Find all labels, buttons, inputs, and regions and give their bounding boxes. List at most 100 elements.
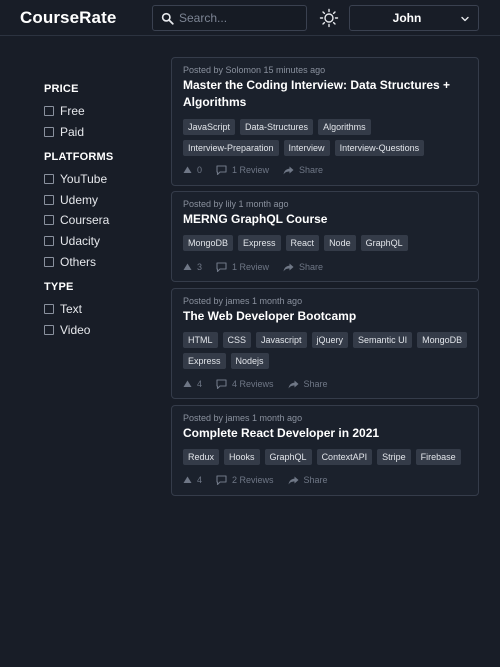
share-icon <box>288 380 299 388</box>
share-button[interactable]: Share <box>283 262 323 272</box>
checkbox[interactable] <box>44 215 54 226</box>
tag[interactable]: GraphQL <box>264 449 312 465</box>
share-icon <box>288 476 299 484</box>
course-title[interactable]: Complete React Developer in 2021 <box>183 425 471 442</box>
share-button[interactable]: Share <box>283 165 323 175</box>
reviews-button[interactable]: 4 Reviews <box>216 379 274 389</box>
posted-by: Posted by james 1 month ago <box>183 296 303 306</box>
share-button[interactable]: Share <box>288 379 328 389</box>
tag[interactable]: ContextAPI <box>316 449 373 465</box>
share-label: Share <box>303 379 328 389</box>
search-box[interactable] <box>152 5 307 31</box>
sun-icon[interactable] <box>319 8 339 28</box>
tag[interactable]: Algorithms <box>318 119 371 135</box>
reviews-button[interactable]: 2 Reviews <box>216 475 274 485</box>
tag[interactable]: CSS <box>222 332 252 348</box>
filter-sidebar: PRICE Free Paid PLATFORMS YouTube Udemy … <box>44 83 154 349</box>
reviews-button[interactable]: 1 Review <box>216 165 269 175</box>
filter-group-price: PRICE Free Paid <box>44 83 154 139</box>
checkbox[interactable] <box>44 106 54 116</box>
chevron-down-icon <box>461 16 469 22</box>
tag[interactable]: jQuery <box>311 332 349 348</box>
filter-label: Free <box>60 104 85 118</box>
posted-by: Posted by james 1 month ago <box>183 413 303 423</box>
share-label: Share <box>299 165 324 175</box>
tag[interactable]: Javascript <box>256 332 307 348</box>
share-icon <box>283 263 294 271</box>
filter-label: YouTube <box>60 171 108 186</box>
course-card[interactable]: Posted by james 1 month ago Complete Rea… <box>171 405 479 496</box>
filter-label: Udacity <box>60 234 101 249</box>
course-card[interactable]: Posted by lily 1 month ago MERNG GraphQL… <box>171 191 479 282</box>
tag[interactable]: Redux <box>183 449 220 465</box>
checkbox[interactable] <box>44 303 54 314</box>
filter-others[interactable]: Others <box>44 255 154 269</box>
tag[interactable]: MongoDB <box>417 332 468 348</box>
course-title[interactable]: Master the Coding Interview: Data Struct… <box>183 77 471 111</box>
checkbox[interactable] <box>44 126 54 137</box>
tag-list: MongoDB Express React Node GraphQL <box>183 235 475 256</box>
tag-list: HTML CSS Javascript jQuery Semantic UI M… <box>183 332 475 374</box>
filter-heading-platforms: PLATFORMS <box>44 150 114 163</box>
search-input[interactable] <box>179 9 303 27</box>
checkbox[interactable] <box>44 194 54 205</box>
tag[interactable]: Firebase <box>415 449 461 465</box>
posted-by: Posted by lily 1 month ago <box>183 199 289 209</box>
filter-text[interactable]: Text <box>44 302 154 316</box>
upvote-button[interactable]: 3 <box>183 262 202 272</box>
tag[interactable]: Hooks <box>224 449 260 465</box>
upvote-button[interactable]: 4 <box>183 475 202 485</box>
tag[interactable]: Express <box>183 353 226 369</box>
tag[interactable]: Express <box>238 235 281 251</box>
checkbox[interactable] <box>44 256 54 267</box>
tag[interactable]: Semantic UI <box>353 332 413 348</box>
tag[interactable]: Stripe <box>377 449 411 465</box>
share-button[interactable]: Share <box>288 475 328 485</box>
upvote-arrow-icon <box>183 166 192 173</box>
filter-udacity[interactable]: Udacity <box>44 234 154 248</box>
comment-icon <box>216 262 227 272</box>
filter-heading-price: PRICE <box>44 83 79 95</box>
reviews-button[interactable]: 1 Review <box>216 262 269 272</box>
filter-paid[interactable]: Paid <box>44 125 154 139</box>
tag[interactable]: React <box>285 235 320 251</box>
tag-list: Redux Hooks GraphQL ContextAPI Stripe Fi… <box>183 449 475 470</box>
tag[interactable]: JavaScript <box>183 119 236 135</box>
card-actions: 0 1 Review Share <box>183 165 337 175</box>
logo[interactable]: CourseRate <box>20 8 116 28</box>
tag-list: JavaScript Data-Structures Algorithms In… <box>183 119 475 161</box>
tag[interactable]: Node <box>324 235 356 251</box>
filter-group-type: TYPE Text Video <box>44 281 154 337</box>
checkbox[interactable] <box>44 236 54 247</box>
tag[interactable]: Interview-Questions <box>334 140 425 156</box>
upvote-button[interactable]: 4 <box>183 379 202 389</box>
filter-youtube[interactable]: YouTube <box>44 172 154 186</box>
vote-count: 4 <box>197 475 203 485</box>
tag[interactable]: MongoDB <box>183 235 234 251</box>
upvote-button[interactable]: 0 <box>183 165 202 175</box>
posted-by: Posted by Solomon 15 minutes ago <box>183 65 326 75</box>
checkbox[interactable] <box>44 324 54 335</box>
course-title[interactable]: MERNG GraphQL Course <box>183 211 471 228</box>
checkbox[interactable] <box>44 173 54 184</box>
tag[interactable]: GraphQL <box>360 235 408 251</box>
user-menu-dropdown[interactable]: John <box>349 5 479 31</box>
review-count: 1 Review <box>232 165 270 175</box>
comment-icon <box>216 475 227 485</box>
comment-icon <box>216 379 227 389</box>
course-card[interactable]: Posted by Solomon 15 minutes ago Master … <box>171 57 479 186</box>
filter-udemy[interactable]: Udemy <box>44 193 154 207</box>
tag[interactable]: Interview <box>283 140 330 156</box>
filter-coursera[interactable]: Coursera <box>44 213 154 227</box>
tag[interactable]: HTML <box>183 332 218 348</box>
filter-label: Text <box>60 301 83 316</box>
filter-video[interactable]: Video <box>44 323 154 337</box>
filter-free[interactable]: Free <box>44 104 154 118</box>
course-card[interactable]: Posted by james 1 month ago The Web Deve… <box>171 288 479 399</box>
tag[interactable]: Nodejs <box>230 353 269 369</box>
tag[interactable]: Data-Structures <box>240 119 314 135</box>
filter-group-platforms: PLATFORMS YouTube Udemy Coursera Udacity… <box>44 151 154 269</box>
card-actions: 4 2 Reviews Share <box>183 475 342 485</box>
tag[interactable]: Interview-Preparation <box>183 140 279 156</box>
course-title[interactable]: The Web Developer Bootcamp <box>183 308 471 325</box>
